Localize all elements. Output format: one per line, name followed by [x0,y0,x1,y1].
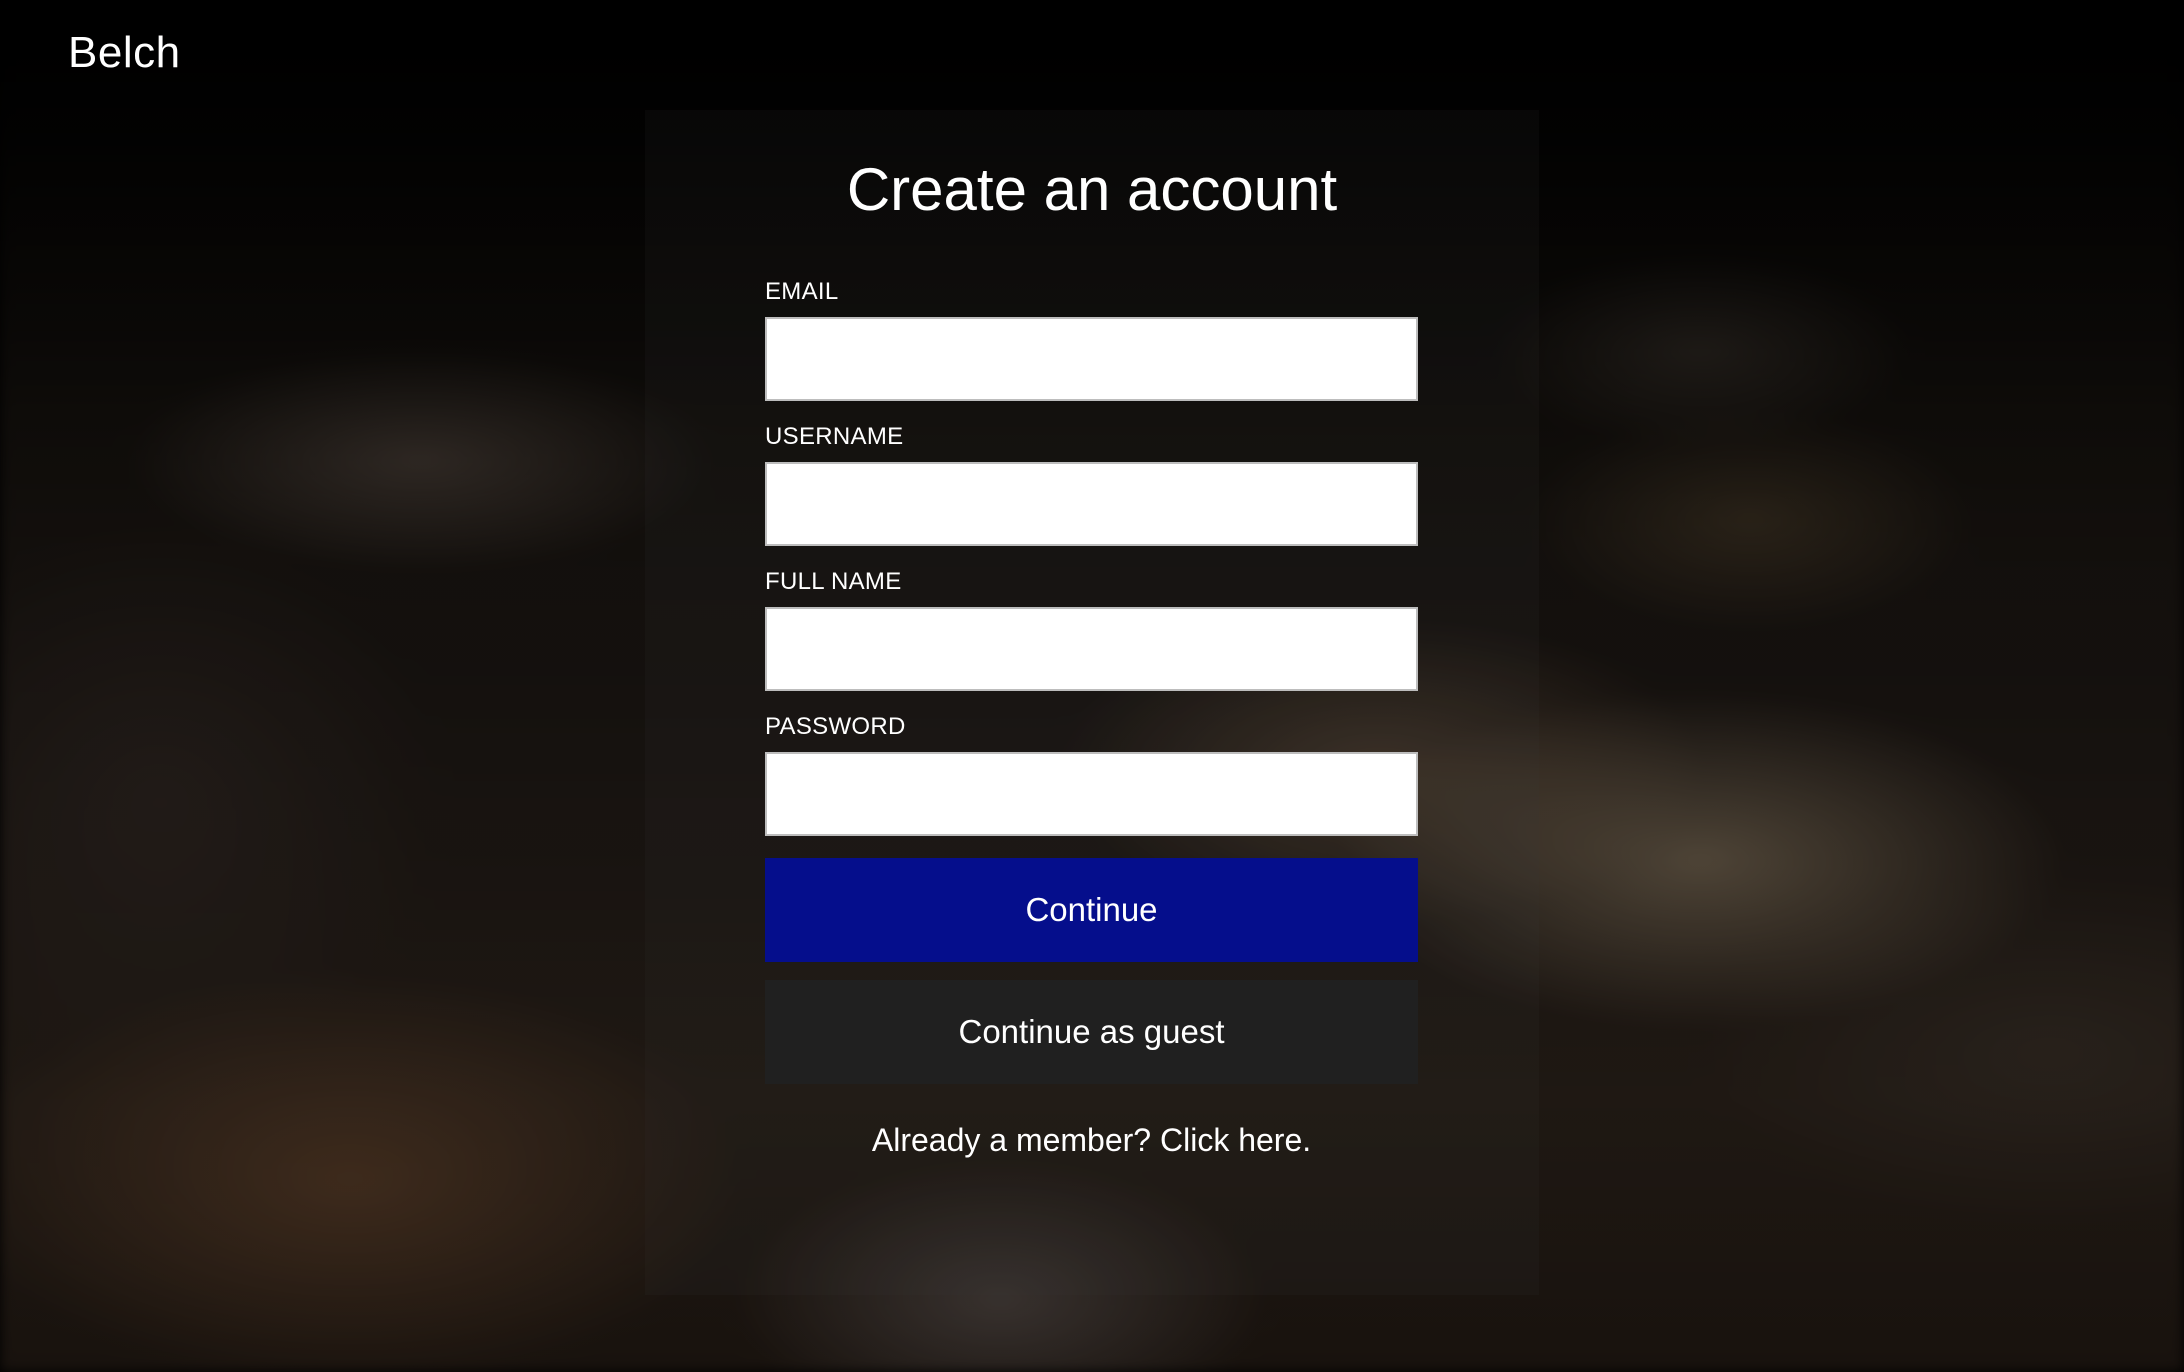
password-field[interactable] [765,752,1418,836]
username-label: USERNAME [765,423,904,450]
signup-page: Belch Create an account EMAIL USERNAME F… [0,0,2184,1372]
continue-as-guest-button[interactable]: Continue as guest [765,980,1418,1084]
signup-form: EMAIL USERNAME FULL NAME PASSWORD Contin… [765,272,1418,1159]
password-label: PASSWORD [765,713,906,740]
full-name-field[interactable] [765,607,1418,691]
username-field[interactable] [765,462,1418,546]
email-label: EMAIL [765,278,839,305]
continue-button[interactable]: Continue [765,858,1418,962]
email-field[interactable] [765,317,1418,401]
full-name-label: FULL NAME [765,568,902,595]
login-link[interactable]: Already a member? Click here. [765,1122,1418,1159]
page-title: Create an account [846,156,1338,223]
brand-logo[interactable]: Belch [68,28,181,78]
